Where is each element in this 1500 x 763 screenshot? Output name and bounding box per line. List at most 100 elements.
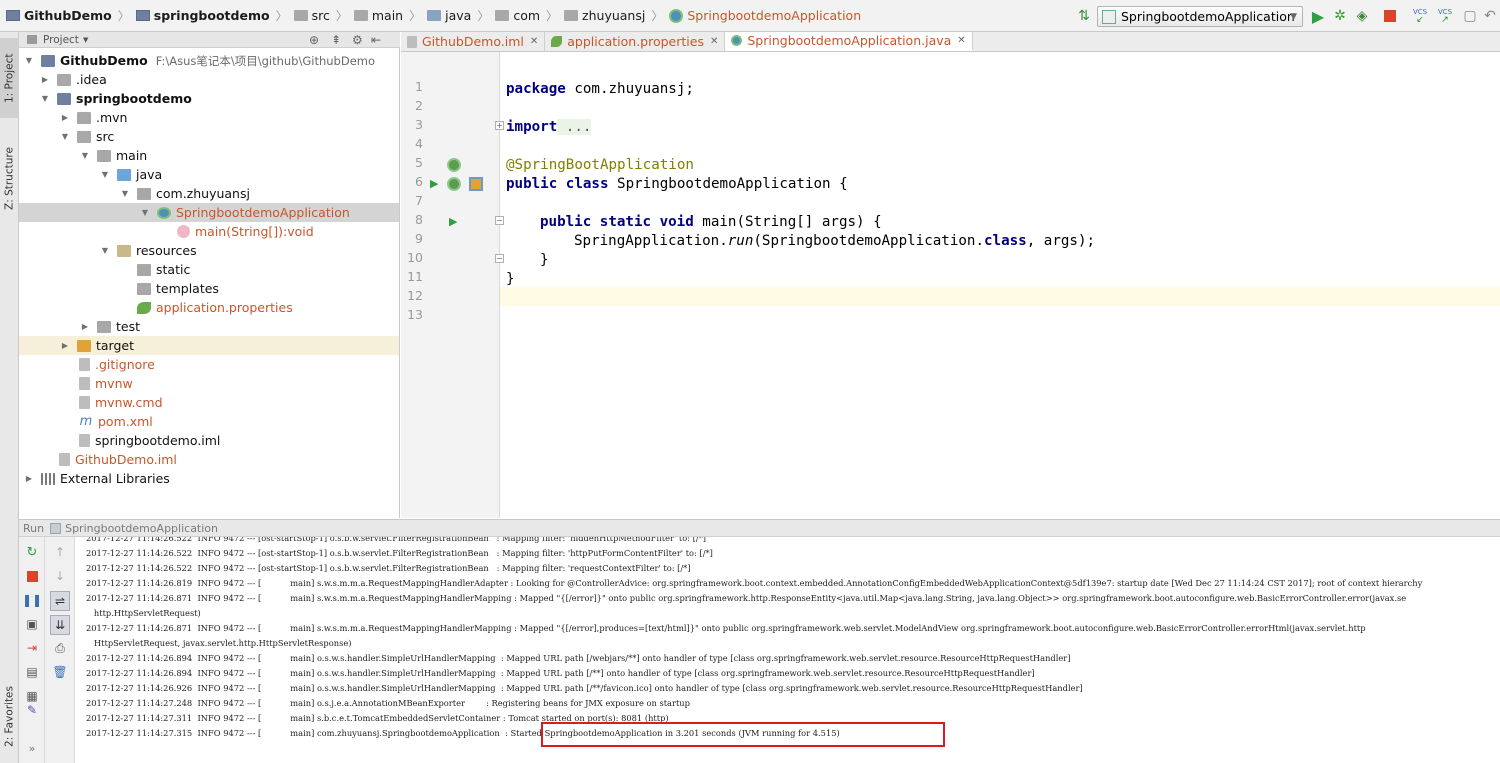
expand-arrow-icon[interactable]: ▼	[59, 132, 71, 141]
code-editor[interactable]: 1 2 3 4 5 6 7 8 9 10 11 12 13 ▶ ▶ + − − …	[401, 52, 1500, 518]
tree-item-external-libraries[interactable]: ▶ External Libraries	[19, 469, 399, 488]
pause-icon[interactable]: ❚❚	[22, 593, 42, 607]
tree-item-main-method[interactable]: main(String[]):void	[19, 222, 399, 241]
tab-springbootdemoapplication-java[interactable]: SpringbootdemoApplication.java ✕	[725, 32, 973, 51]
expand-arrow-icon[interactable]: ▼	[39, 94, 51, 103]
line-number: 7	[415, 193, 423, 208]
fold-collapse-icon[interactable]: −	[495, 216, 504, 225]
tree-item-mvnw[interactable]: mvnw	[19, 374, 399, 393]
hide-icon[interactable]: ⇤	[371, 33, 381, 47]
collapse-arrow-icon[interactable]: ▶	[79, 322, 91, 331]
stop-icon[interactable]	[24, 569, 40, 583]
layout-icon[interactable]: ▤	[24, 665, 40, 679]
tree-item-mvn[interactable]: ▶ .mvn	[19, 108, 399, 127]
collapse-arrow-icon[interactable]: ▶	[59, 113, 71, 122]
gear-icon[interactable]: ⚙	[352, 33, 363, 47]
favorites-tool-tab[interactable]: 2: Favorites	[0, 672, 19, 762]
breadcrumb-main[interactable]: main 〉	[353, 0, 427, 32]
tree-item-idea[interactable]: ▶ .idea	[19, 70, 399, 89]
tree-item-githubdemo[interactable]: ▼ GithubDemo F:\Asus笔记本\项目\github\GithubDe…	[19, 51, 399, 70]
line-number: 4	[415, 136, 423, 151]
tree-item-application-properties[interactable]: application.properties	[19, 298, 399, 317]
run-configuration-select[interactable]: SpringbootdemoApplication ▼	[1097, 6, 1303, 27]
expand-arrow-icon[interactable]: ▼	[99, 246, 111, 255]
stop-icon[interactable]	[1380, 6, 1400, 26]
line-number: 3	[415, 117, 423, 132]
revert-icon[interactable]: ↶	[1480, 6, 1500, 26]
target-icon[interactable]: ⊕	[309, 33, 319, 47]
collapse-arrow-icon[interactable]: ▶	[59, 341, 71, 350]
code-line-10: SpringApplication. run (SpringbootdemoAppl…	[574, 232, 1096, 249]
scroll-to-end-icon[interactable]: ⇊	[50, 615, 70, 635]
arrow-up-icon[interactable]: ↑	[52, 545, 68, 559]
vcs-commit-icon[interactable]: VCS ↗	[1435, 6, 1455, 26]
close-icon[interactable]: ✕	[710, 36, 718, 47]
tree-item-java[interactable]: ▼ java	[19, 165, 399, 184]
run-gutter-icon[interactable]: ▶	[430, 177, 438, 190]
tree-item-springbootdemoapplication[interactable]: ▼ SpringbootdemoApplication	[19, 203, 399, 222]
tree-item-gitignore[interactable]: .gitignore	[19, 355, 399, 374]
debug-icon[interactable]: ✲	[1330, 6, 1350, 26]
arrow-down-icon[interactable]: ↓	[52, 569, 68, 583]
breadcrumb-zhuyuansj[interactable]: zhuyuansj 〉	[564, 0, 669, 32]
breadcrumb-class[interactable]: SpringbootdemoApplication	[669, 0, 861, 32]
file-icon	[59, 453, 70, 466]
expand-arrow-icon[interactable]: ▼	[119, 189, 131, 198]
tree-item-pom[interactable]: m pom.xml	[19, 412, 399, 431]
expand-arrow-icon[interactable]: ▼	[139, 208, 151, 217]
tree-item-springbootdemo[interactable]: ▼ springbootdemo	[19, 89, 399, 108]
project-tool-tab[interactable]: 1: Project	[0, 38, 19, 118]
tree-item-test[interactable]: ▶ test	[19, 317, 399, 336]
tree-item-springbootdemo-iml[interactable]: springbootdemo.iml	[19, 431, 399, 450]
breadcrumb-src[interactable]: src 〉	[293, 0, 354, 32]
collapse-arrow-icon[interactable]: ▶	[39, 75, 51, 84]
spring-config-icon[interactable]	[469, 177, 483, 191]
exit-icon[interactable]: ⇥	[24, 641, 40, 655]
breadcrumb-com[interactable]: com 〉	[495, 0, 564, 32]
coverage-icon[interactable]: ◈	[1352, 6, 1372, 26]
dump-threads-icon[interactable]: ▣	[24, 617, 40, 631]
breadcrumb-springbootdemo[interactable]: springbootdemo 〉	[135, 0, 294, 32]
more-icon[interactable]: »	[24, 741, 40, 755]
soft-wrap-icon[interactable]: ⇌	[50, 591, 70, 611]
tree-item-mvnw-cmd[interactable]: mvnw.cmd	[19, 393, 399, 412]
breadcrumb-githubdemo[interactable]: GithubDemo 〉	[6, 0, 136, 32]
collapse-icon[interactable]: ⇞	[331, 33, 341, 47]
tree-item-main[interactable]: ▼ main	[19, 146, 399, 165]
vcs-update-icon[interactable]: VCS ↙	[1410, 6, 1430, 26]
fold-expand-icon[interactable]: +	[495, 121, 504, 130]
trash-icon[interactable]: 🗑	[52, 665, 68, 679]
structure-tool-tab[interactable]: Z: Structure	[0, 124, 19, 234]
chevron-down-icon[interactable]: ▼	[83, 36, 88, 44]
spring-bean-icon[interactable]	[447, 158, 461, 172]
collapse-arrow-icon[interactable]: ▶	[23, 474, 35, 483]
pin-icon[interactable]: ✎	[24, 703, 40, 717]
tree-item-templates[interactable]: templates	[19, 279, 399, 298]
tree-item-src[interactable]: ▼ src	[19, 127, 399, 146]
build-arrows-icon[interactable]: ⇅	[1074, 6, 1094, 26]
history-icon[interactable]: ▢	[1460, 6, 1480, 26]
package-icon	[137, 187, 151, 200]
run-gutter-icon[interactable]: ▶	[449, 215, 457, 228]
tab-application-properties[interactable]: application.properties ✕	[545, 32, 726, 51]
settings-icon[interactable]: ▦	[24, 689, 40, 703]
close-icon[interactable]: ✕	[957, 35, 965, 46]
spring-bean-icon[interactable]	[447, 177, 461, 191]
print-icon[interactable]: ⎙	[52, 641, 68, 655]
fold-end-icon[interactable]: −	[495, 254, 504, 263]
folder-icon	[57, 73, 71, 86]
tab-githubdemo-iml[interactable]: GithubDemo.iml ✕	[401, 32, 546, 51]
expand-arrow-icon[interactable]: ▼	[99, 170, 111, 179]
run-icon[interactable]: ▶	[1308, 6, 1328, 26]
expand-arrow-icon[interactable]: ▼	[79, 151, 91, 160]
tree-item-resources[interactable]: ▼ resources	[19, 241, 399, 260]
tree-item-static[interactable]: static	[19, 260, 399, 279]
rerun-icon[interactable]: ↻	[24, 545, 40, 560]
tree-item-target[interactable]: ▶ target	[19, 336, 399, 355]
folder-icon	[97, 149, 111, 162]
tree-item-package[interactable]: ▼ com.zhuyuansj	[19, 184, 399, 203]
expand-arrow-icon[interactable]: ▼	[23, 56, 35, 65]
close-icon[interactable]: ✕	[530, 36, 538, 47]
tree-item-githubdemo-iml[interactable]: GithubDemo.iml	[19, 450, 399, 469]
breadcrumb-java[interactable]: java 〉	[427, 0, 495, 32]
